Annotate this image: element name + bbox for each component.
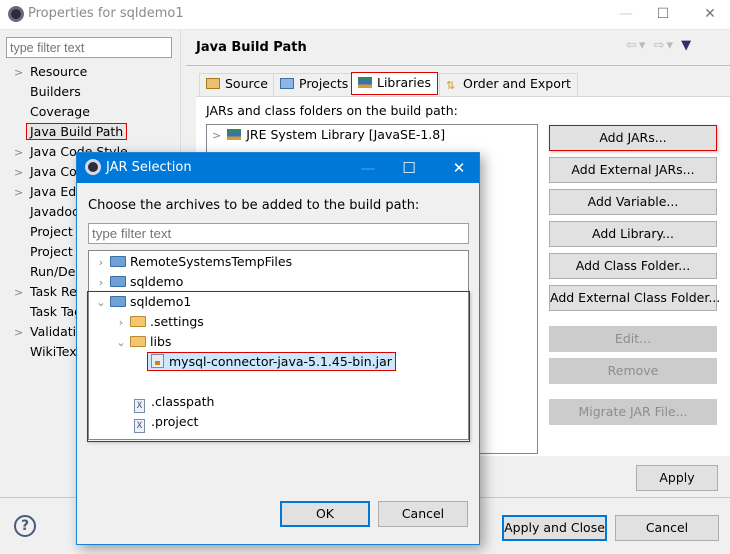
- order-export-icon: ⇅: [446, 79, 456, 92]
- jar-selection-dialog: JAR Selection — ☐ ✕ Choose the archives …: [76, 152, 480, 545]
- view-menu-icon[interactable]: ▼: [681, 38, 693, 53]
- chevron-right-icon[interactable]: ›: [94, 273, 108, 293]
- dialog-close-button[interactable]: ✕: [448, 158, 470, 178]
- chevron-right-icon[interactable]: >: [212, 129, 221, 142]
- migrate-jar-button[interactable]: Migrate JAR File...: [549, 399, 717, 425]
- minimize-button[interactable]: —: [614, 4, 638, 24]
- page-nav: ⇦▾ ⇨▾ ▼: [626, 38, 693, 53]
- forward-menu-icon[interactable]: ▾: [666, 38, 675, 53]
- dialog-maximize-button[interactable]: ☐: [398, 158, 420, 178]
- ok-button[interactable]: OK: [280, 501, 370, 527]
- dialog-cancel-button[interactable]: Cancel: [378, 501, 468, 527]
- chevron-right-icon[interactable]: >: [14, 163, 30, 183]
- dialog-title: JAR Selection: [106, 160, 192, 175]
- chevron-right-icon[interactable]: >: [14, 283, 30, 303]
- edit-button[interactable]: Edit...: [549, 326, 717, 352]
- dialog-filter-input[interactable]: [88, 223, 469, 244]
- eclipse-icon: [8, 6, 24, 22]
- nav-item-wikitext[interactable]: WikiText: [14, 342, 82, 362]
- eclipse-icon: [85, 159, 101, 175]
- window-title: Properties for sqldemo1: [28, 6, 184, 21]
- remove-button[interactable]: Remove: [549, 358, 717, 384]
- projects-folder-icon: [280, 78, 294, 89]
- back-icon[interactable]: ⇦: [626, 38, 639, 53]
- dialog-message: Choose the archives to be added to the b…: [88, 198, 420, 213]
- add-external-jars-button[interactable]: Add External JARs...: [549, 157, 717, 183]
- forward-icon[interactable]: ⇨: [654, 38, 667, 53]
- apply-button[interactable]: Apply: [636, 465, 718, 491]
- properties-filter-input[interactable]: [6, 37, 172, 58]
- maximize-button[interactable]: ☐: [651, 4, 675, 24]
- nav-item-resource[interactable]: > Resource: [14, 62, 87, 82]
- add-library-button[interactable]: Add Library...: [549, 221, 717, 247]
- jar-file-icon: [151, 354, 164, 368]
- close-button[interactable]: ✕: [698, 4, 722, 24]
- tab-libraries[interactable]: Libraries: [351, 72, 438, 95]
- divider: [186, 65, 730, 66]
- window-titlebar: Properties for sqldemo1 — ☐ ✕: [0, 0, 730, 30]
- chevron-right-icon[interactable]: >: [14, 63, 30, 83]
- nav-item-coverage[interactable]: Coverage: [14, 102, 90, 122]
- chevron-right-icon[interactable]: >: [14, 323, 30, 343]
- libraries-icon: [358, 77, 372, 88]
- section-label: JARs and class folders on the build path…: [206, 103, 458, 118]
- tab-projects[interactable]: Projects: [273, 73, 356, 96]
- source-folder-icon: [206, 78, 220, 89]
- tree-item-mysql-connector-jar[interactable]: mysql-connector-java-5.1.45-bin.jar: [147, 352, 396, 371]
- library-row-jre[interactable]: > JRE System Library [JavaSE-1.8]: [212, 127, 445, 142]
- add-external-class-folder-button[interactable]: Add External Class Folder...: [549, 285, 720, 311]
- chevron-right-icon[interactable]: ›: [94, 253, 108, 273]
- add-jars-button[interactable]: Add JARs...: [549, 125, 717, 151]
- dialog-titlebar: JAR Selection — ☐ ✕: [77, 153, 479, 183]
- tree-item-remotesystemstempfiles[interactable]: › RemoteSystemsTempFiles: [94, 252, 292, 272]
- back-menu-icon[interactable]: ▾: [639, 38, 648, 53]
- nav-item-java-build-path[interactable]: Java Build Path: [14, 122, 128, 142]
- add-variable-button[interactable]: Add Variable...: [549, 189, 717, 215]
- chevron-right-icon[interactable]: >: [14, 143, 30, 163]
- folder-icon: [110, 256, 126, 267]
- apply-and-close-button[interactable]: Apply and Close: [502, 515, 607, 541]
- tab-order-and-export[interactable]: ⇅ Order and Export: [439, 73, 578, 96]
- library-icon: [227, 129, 242, 140]
- add-class-folder-button[interactable]: Add Class Folder...: [549, 253, 717, 279]
- dialog-minimize-button[interactable]: —: [357, 158, 379, 178]
- tree-item-sqldemo[interactable]: › sqldemo: [94, 272, 184, 293]
- tab-source[interactable]: Source: [199, 73, 275, 96]
- page-title: Java Build Path: [196, 40, 307, 55]
- chevron-right-icon[interactable]: >: [14, 183, 30, 203]
- java-project-icon: [110, 276, 126, 287]
- cancel-button[interactable]: Cancel: [615, 515, 719, 541]
- help-icon[interactable]: ?: [14, 515, 36, 537]
- nav-item-builders[interactable]: Builders: [14, 82, 81, 102]
